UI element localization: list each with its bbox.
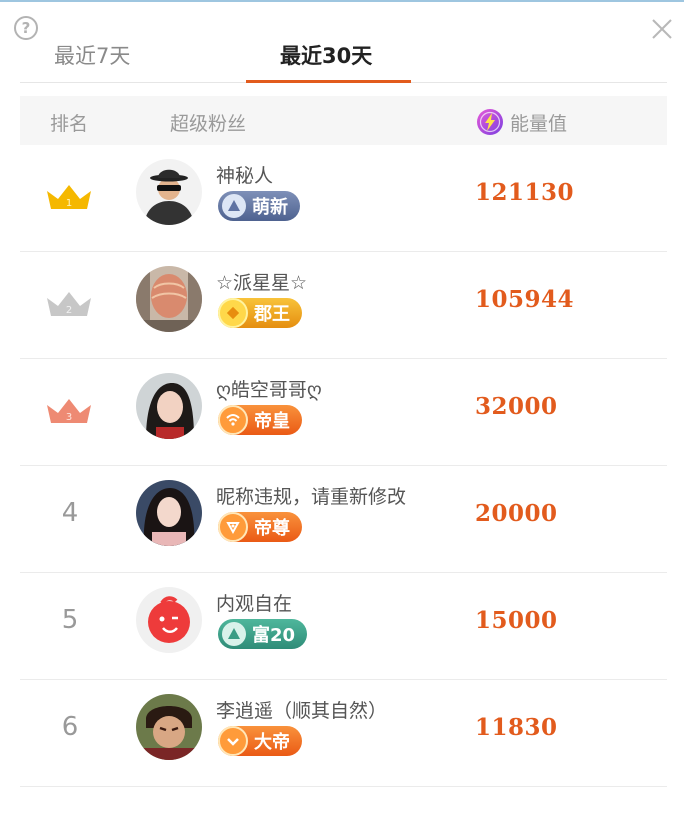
avatar[interactable] [136, 694, 202, 760]
energy-column-header: 能量值 [510, 113, 568, 135]
fan-name: ☆派星星☆ [216, 272, 308, 294]
period-tabs: 最近7天 最近30天 [20, 30, 667, 83]
fan-name: 内观自在 [216, 593, 293, 615]
level-badge: 大帝 [218, 726, 302, 756]
emblem-icon [218, 512, 248, 542]
triangle-icon [222, 194, 246, 218]
rank-column-header: 排名 [50, 113, 89, 135]
bronze-crown-icon: 3 [47, 399, 91, 423]
active-tab-indicator [246, 80, 411, 83]
avatar[interactable] [136, 159, 202, 225]
energy-value: 121130 [475, 179, 575, 206]
svg-text:3: 3 [66, 412, 72, 423]
tab-last-30-days[interactable]: 最近30天 [280, 40, 372, 70]
lightning-icon [477, 109, 503, 135]
chevron-down-icon [218, 726, 248, 756]
badge-label: 郡王 [254, 304, 290, 325]
table-row[interactable]: 2 ☆派星星☆ 郡王 105944 [20, 252, 667, 359]
avatar[interactable] [136, 373, 202, 439]
tab-last-7-days[interactable]: 最近7天 [54, 40, 130, 70]
top-border [0, 0, 684, 2]
fan-name: 神秘人 [216, 165, 274, 187]
level-badge: 富20 [218, 619, 308, 649]
energy-value: 15000 [475, 607, 558, 634]
table-row[interactable]: 5 内观自在 富20 15000 [20, 573, 667, 680]
rank-number: 6 [61, 712, 79, 742]
level-badge: 帝尊 [218, 512, 302, 542]
table-row[interactable]: 6 李逍遥（顺其自然） 大帝 11830 [20, 680, 667, 787]
svg-text:2: 2 [66, 305, 72, 316]
avatar[interactable] [136, 587, 202, 653]
avatar[interactable] [136, 266, 202, 332]
fan-column-header: 超级粉丝 [170, 113, 247, 135]
diamond-icon [218, 298, 248, 328]
gold-crown-icon: 1 [47, 185, 91, 209]
badge-label: 帝尊 [254, 518, 290, 539]
energy-value: 11830 [475, 714, 558, 741]
fan-name: ღ皓空哥哥ღ [216, 379, 322, 401]
fan-name: 李逍遥（顺其自然） [216, 700, 388, 722]
svg-text:1: 1 [66, 198, 72, 209]
energy-value: 105944 [475, 286, 575, 313]
level-badge: 帝皇 [218, 405, 302, 435]
avatar[interactable] [136, 480, 202, 546]
fan-name: 昵称违规，请重新修改 [216, 486, 407, 508]
table-header: 排名 超级粉丝 能量值 [20, 96, 667, 145]
level-badge: 郡王 [218, 298, 302, 328]
table-row[interactable]: 3 ღ皓空哥哥ღ 帝皇 32000 [20, 359, 667, 466]
energy-value: 32000 [475, 393, 558, 420]
table-row[interactable]: 4 昵称违规，请重新修改 帝尊 20000 [20, 466, 667, 573]
wifi-shield-icon [218, 405, 248, 435]
level-badge: 萌新 [218, 191, 300, 221]
rank-number: 4 [61, 498, 79, 528]
badge-label: 帝皇 [254, 411, 290, 432]
rank-number: 5 [61, 605, 79, 635]
table-row[interactable]: 1 神秘人 萌新 121130 [20, 145, 667, 252]
energy-value: 20000 [475, 500, 558, 527]
triangle-icon [222, 622, 246, 646]
silver-crown-icon: 2 [47, 292, 91, 316]
badge-label: 富20 [252, 625, 296, 646]
badge-label: 大帝 [254, 732, 290, 753]
badge-label: 萌新 [252, 197, 288, 218]
